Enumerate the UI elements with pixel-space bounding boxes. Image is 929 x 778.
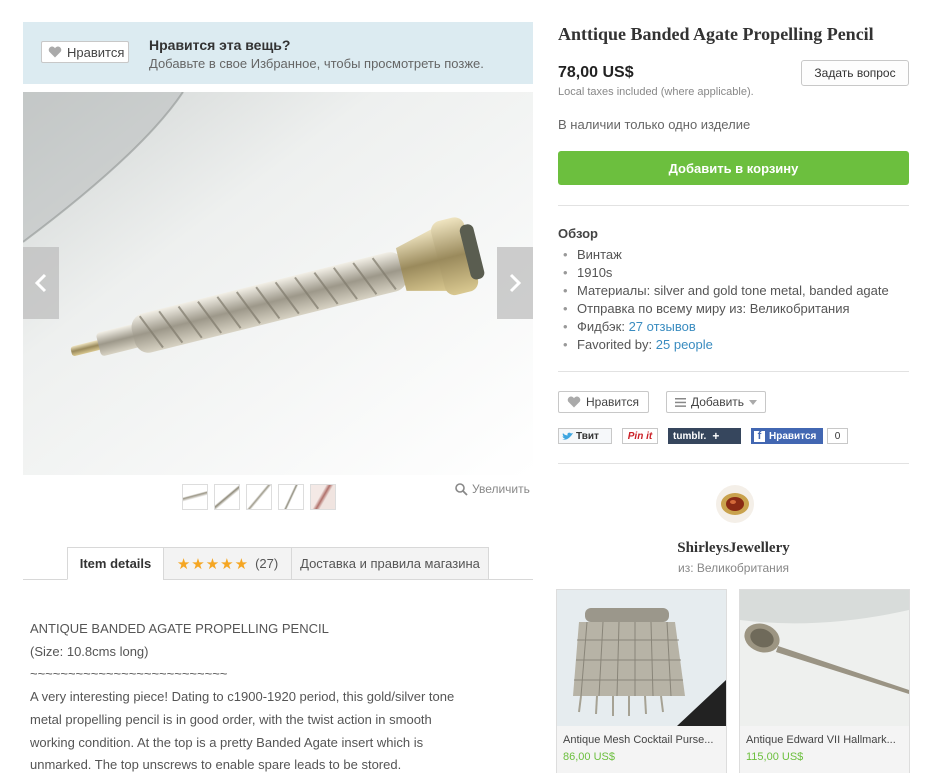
add-to-list-dropdown[interactable]: Добавить [666, 391, 766, 413]
main-product-image[interactable] [23, 92, 533, 475]
zoom-link[interactable]: Увеличить [455, 482, 530, 496]
like-button[interactable]: Нравится [558, 391, 649, 413]
divider [558, 205, 909, 206]
list-item: Винтаж [563, 246, 889, 264]
feedback-label: Фидбэк: [577, 319, 629, 334]
list-item: 1910s [563, 264, 889, 282]
related-item-price: 86,00 US$ [563, 751, 615, 763]
favorite-like-button[interactable]: Нравится [41, 41, 129, 63]
chevron-left-icon [34, 273, 47, 293]
feedback-link[interactable]: 27 отзывов [629, 319, 696, 334]
list-icon [675, 397, 686, 407]
thumbnail[interactable] [278, 484, 304, 510]
overview-list: Винтаж 1910s Материалы: silver and gold … [563, 246, 889, 354]
description-line: ~~~~~~~~~~~~~~~~~~~~~~~~~~ [30, 666, 228, 682]
like-label: Нравится [586, 395, 639, 409]
thumbnail[interactable] [310, 484, 336, 510]
divider [558, 371, 909, 372]
description-line: metal propelling pencil is in good order… [30, 711, 432, 727]
ask-question-button[interactable]: Задать вопрос [801, 60, 909, 86]
rating-stars: ★★★★★ [176, 555, 250, 573]
related-item-title: Antique Edward VII Hallmark... [746, 734, 896, 746]
facebook-icon: f [754, 430, 765, 442]
description-line: A very interesting piece! Dating to c190… [30, 689, 455, 705]
prev-image-button[interactable] [23, 247, 59, 319]
favorite-banner-subtitle: Добавьте в свое Избранное, чтобы просмот… [149, 56, 484, 71]
shop-location: из: Великобритания [677, 561, 790, 575]
tab-shipping-policies[interactable]: Доставка и правила магазина [291, 547, 489, 580]
review-count: (27) [255, 556, 279, 571]
tab-shipping-label: Доставка и правила магазина [300, 556, 480, 571]
zoom-label: Увеличить [472, 482, 530, 496]
tumblr-button[interactable]: tumblr. + [668, 428, 741, 444]
related-item-image [740, 590, 909, 726]
heart-icon [567, 396, 581, 408]
pinterest-button[interactable]: Pin it [622, 428, 658, 444]
add-to-cart-button[interactable]: Добавить в корзину [558, 151, 909, 185]
description-line: (Size: 10.8cms long) [30, 643, 149, 659]
mesh-purse-photo [557, 590, 726, 726]
tab-item-details-label: Item details [79, 556, 152, 571]
heart-icon [48, 46, 62, 58]
favorite-banner-title: Нравится эта вещь? [149, 37, 291, 53]
pencil-photo [23, 92, 533, 475]
product-title: Anttique Banded Agate Propelling Pencil [558, 24, 874, 44]
description-line: working condition. At the top is a prett… [30, 734, 424, 750]
product-price: 78,00 US$ [558, 64, 634, 81]
item-description: ANTIQUE BANDED AGATE PROPELLING PENCIL (… [30, 618, 500, 777]
shop-avatar[interactable] [716, 485, 754, 523]
related-item-caption: Antique Edward VII Hallmark... 115,00 US… [740, 726, 909, 773]
magnifier-icon [455, 482, 468, 496]
favorited-link[interactable]: 25 people [656, 337, 713, 352]
facebook-count: 0 [827, 428, 848, 444]
overview-title: Обзор [558, 226, 598, 241]
related-item-card[interactable]: Antique Edward VII Hallmark... 115,00 US… [739, 589, 910, 773]
add-label: Добавить [691, 395, 745, 409]
tax-note: Local taxes included (where applicable). [558, 86, 754, 98]
tumblr-label: tumblr. [673, 430, 707, 442]
list-item: Фидбэк: 27 отзывов [563, 318, 889, 336]
twitter-icon [562, 432, 573, 440]
description-line: ANTIQUE BANDED AGATE PROPELLING PENCIL [30, 621, 329, 636]
thumbnail[interactable] [182, 484, 208, 510]
tab-reviews[interactable]: ★★★★★ (27) [163, 547, 292, 580]
related-item-card[interactable]: Antique Mesh Cocktail Purse... 86,00 US$ [556, 589, 727, 773]
description-line: unmarked. The top unscrews to enable spa… [30, 757, 402, 773]
stock-status: В наличии только одно изделие [558, 117, 751, 132]
facebook-label: Нравится [769, 430, 817, 442]
shop-avatar-image [716, 485, 754, 523]
related-item-caption: Antique Mesh Cocktail Purse... 86,00 US$ [557, 726, 726, 773]
pinterest-label: Pin it [627, 430, 653, 442]
favorite-banner: Нравится Нравится эта вещь? Добавьте в с… [23, 22, 533, 84]
related-item-title: Antique Mesh Cocktail Purse... [563, 734, 714, 746]
facebook-like-button[interactable]: f Нравится [751, 428, 823, 444]
related-item-price: 115,00 US$ [746, 751, 804, 763]
twitter-button[interactable]: Твит [558, 428, 612, 444]
thumbnail-strip [182, 484, 336, 510]
list-item: Материалы: silver and gold tone metal, b… [563, 282, 889, 300]
spoon-photo [740, 590, 909, 726]
related-item-image [557, 590, 726, 726]
next-image-button[interactable] [497, 247, 533, 319]
list-item: Отправка по всему миру из: Великобритани… [563, 300, 889, 318]
caret-down-icon [749, 399, 758, 405]
tab-item-details[interactable]: Item details [67, 547, 164, 580]
chevron-right-icon [509, 273, 522, 293]
twitter-label: Твит [576, 430, 599, 442]
favorited-label: Favorited by: [577, 337, 656, 352]
divider [558, 463, 909, 464]
thumbnail[interactable] [214, 484, 240, 510]
favorite-like-label: Нравится [67, 44, 125, 60]
plus-icon: + [712, 429, 720, 443]
list-item: Favorited by: 25 people [563, 336, 889, 354]
thumbnail[interactable] [246, 484, 272, 510]
shop-name[interactable]: ShirleysJewellery [558, 540, 909, 557]
